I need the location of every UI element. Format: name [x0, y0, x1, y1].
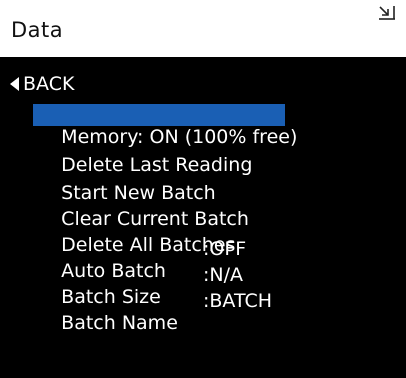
menu-item-start-new-batch[interactable]: Start New Batch [33, 160, 220, 204]
back-arrow-icon [10, 77, 19, 91]
back-button[interactable]: BACK [10, 73, 74, 95]
menu-item-auto-batch[interactable]: Auto Batch :OFF [33, 238, 301, 282]
collapse-icon[interactable] [378, 4, 396, 22]
menu-item-clear-current-batch[interactable]: Clear Current Batch [33, 186, 253, 230]
menu-item-batch-name[interactable]: Batch Name :BATCH [33, 290, 301, 334]
header-bar: Data [0, 0, 406, 57]
page-title: Data [11, 18, 64, 42]
menu-item-batch-size[interactable]: Batch Size :N/A [33, 264, 301, 308]
data-menu: BACK Memory: ON (100% free) Delete Last … [0, 57, 406, 334]
menu-item-value: :OFF [203, 238, 247, 260]
menu-item-label: Batch Name [61, 312, 178, 334]
menu-item-value: :BATCH [203, 290, 273, 312]
menu-item-delete-last-reading[interactable]: Delete Last Reading [33, 132, 256, 176]
back-label: BACK [23, 73, 75, 95]
menu-item-delete-all-batches[interactable]: Delete All Batches [33, 212, 239, 256]
menu-item-value: :N/A [203, 264, 244, 286]
menu-item-memory[interactable]: Memory: ON (100% free) [33, 104, 297, 148]
